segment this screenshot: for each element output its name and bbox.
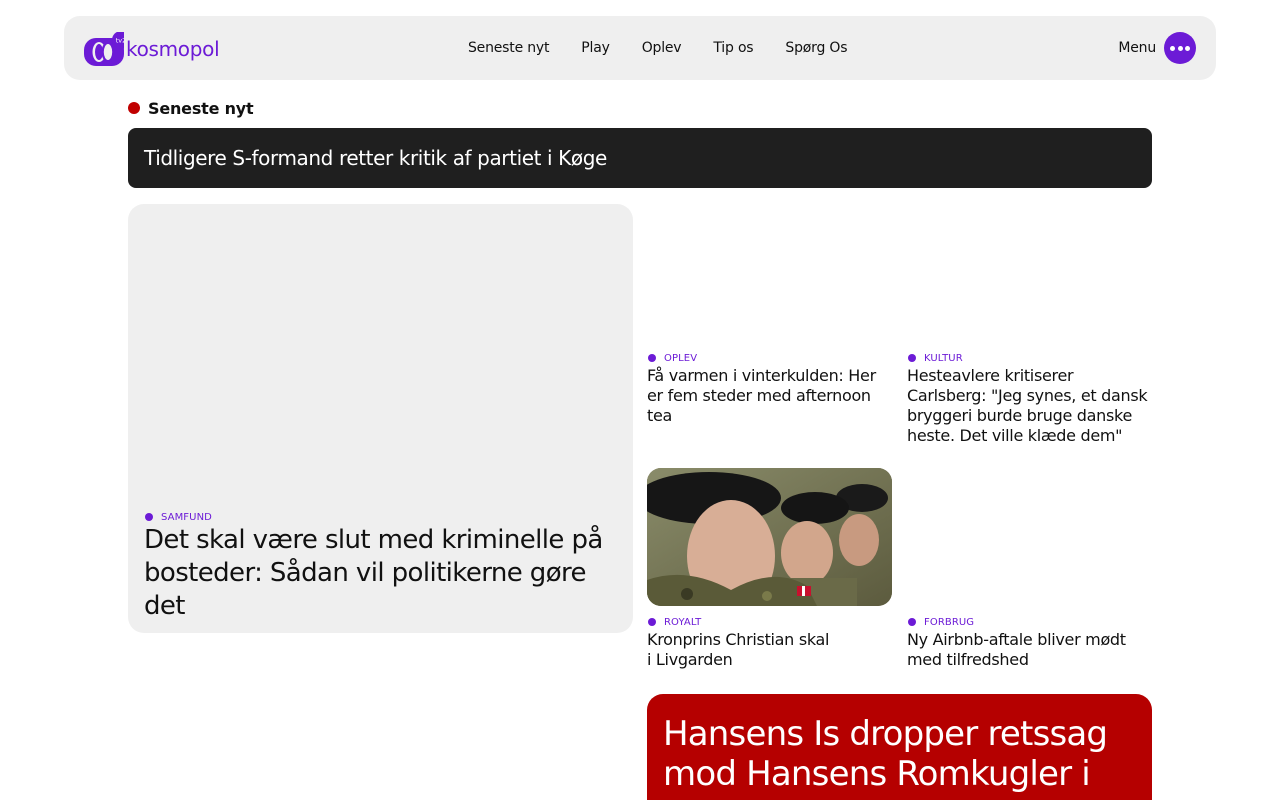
article-category: OPLEV <box>648 351 697 365</box>
nav-item-play[interactable]: Play <box>581 40 610 56</box>
logo-mark-icon: tv2 <box>84 31 130 66</box>
nav-item-oplev[interactable]: Oplev <box>642 40 682 56</box>
main-nav: Seneste nyt Play Oplev Tip os Spørg Os <box>468 16 879 80</box>
more-dots-icon[interactable] <box>1164 32 1196 64</box>
article-category: ROYALT <box>648 615 701 629</box>
nav-item-tip-os[interactable]: Tip os <box>713 40 753 56</box>
logo-badge: tv2 <box>116 37 124 45</box>
article-card-forbrug[interactable]: FORBRUG Ny Airbnb-aftale bliver mødt med… <box>907 468 1152 670</box>
latest-news-heading: Seneste nyt <box>128 97 254 119</box>
featured-article-card[interactable]: SAMFUND Det skal være slut med kriminell… <box>128 204 633 633</box>
category-dot-icon <box>648 354 656 362</box>
article-headline: Ny Airbnb-aftale bliver mødt med tilfred… <box>907 630 1126 669</box>
article-image-soldiers[interactable] <box>647 468 892 606</box>
nav-item-spoerg-os[interactable]: Spørg Os <box>785 40 847 56</box>
category-dot-icon <box>908 618 916 626</box>
article-headline: Kronprins Christian skal i Livgarden <box>647 630 830 669</box>
category-dot-icon <box>145 513 153 521</box>
category-dot-icon <box>648 618 656 626</box>
featured-headline: Det skal være slut med kriminelle på bos… <box>144 525 603 621</box>
logo-wordmark: kosmopol <box>126 37 220 61</box>
article-headline: Få varmen i vinterkulden: Her er fem ste… <box>647 366 876 425</box>
category-label: SAMFUND <box>161 511 212 523</box>
kosmopol-logo[interactable]: tv2 kosmopol <box>84 30 220 66</box>
article-card-royalt[interactable]: ROYALT Kronprins Christian skal i Livgar… <box>647 606 892 670</box>
ticker-headline: Tidligere S-formand retter kritik af par… <box>144 146 607 170</box>
category-dot-icon <box>908 354 916 362</box>
category-label: FORBRUG <box>924 616 975 628</box>
category-label: OPLEV <box>664 352 698 364</box>
category-label: ROYALT <box>664 616 702 628</box>
article-headline: Hesteavlere kritiserer Carlsberg: "Jeg s… <box>907 366 1148 445</box>
category-label: KULTUR <box>924 352 963 364</box>
breaking-news-ticker[interactable]: Tidligere S-formand retter kritik af par… <box>128 128 1152 188</box>
article-card-kultur[interactable]: KULTUR Hesteavlere kritiserer Carlsberg:… <box>907 204 1152 448</box>
site-header: tv2 kosmopol Seneste nyt Play Oplev Tip … <box>64 16 1216 80</box>
latest-news-title: Seneste nyt <box>148 98 254 118</box>
promo-article-card[interactable]: Hansens Is dropper retssag mod Hansens R… <box>647 694 1152 800</box>
nav-item-seneste-nyt[interactable]: Seneste nyt <box>468 40 549 56</box>
live-dot-icon <box>128 102 140 114</box>
article-card-oplev[interactable]: OPLEV Få varmen i vinterkulden: Her er f… <box>647 204 892 448</box>
menu-toggle[interactable]: Menu <box>1118 32 1196 64</box>
menu-label: Menu <box>1118 40 1156 56</box>
article-category: KULTUR <box>908 351 963 365</box>
article-category: FORBRUG <box>908 615 974 629</box>
featured-category: SAMFUND <box>145 510 212 524</box>
promo-headline: Hansens Is dropper retssag mod Hansens R… <box>663 714 1108 794</box>
